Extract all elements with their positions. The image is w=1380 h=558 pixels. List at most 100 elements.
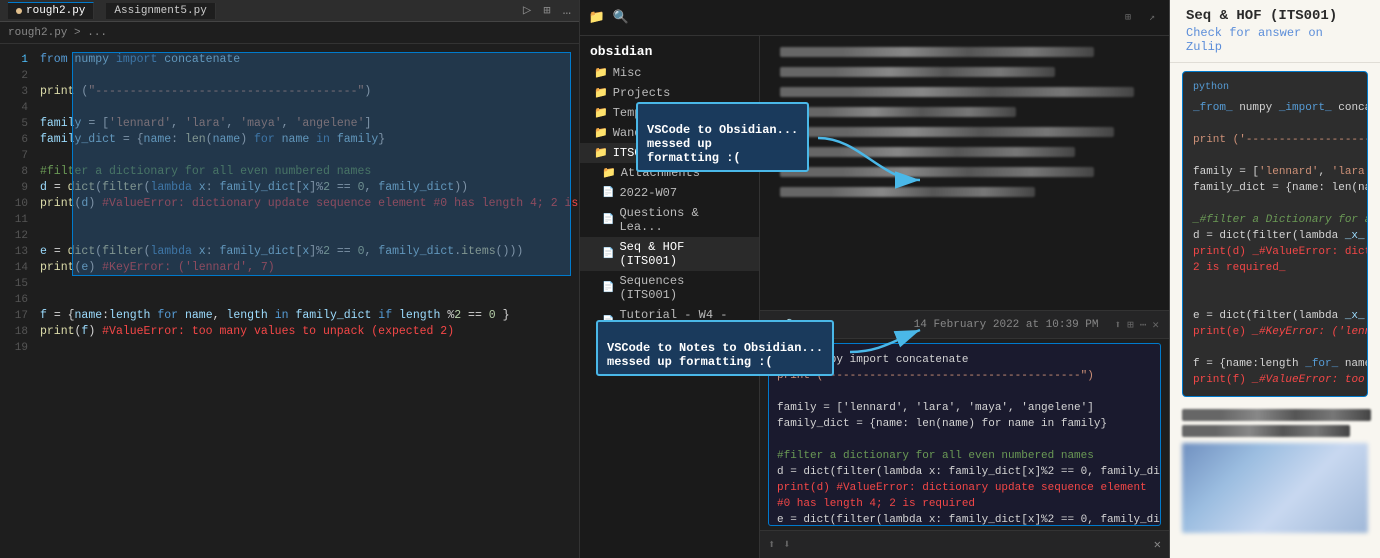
file-tutorial-icon: 📄 [602,316,614,328]
blurred-row-2 [780,67,1055,77]
right-title: Seq & HOF (ITS001) [1186,8,1364,24]
blurred-row-6 [780,147,1075,157]
rline-12 [1193,276,1357,292]
line-numbers: 1 2 3 4 5 6 7 8 9 10 11 12 13 14 15 16 1 [0,44,32,558]
note-timestamp: 14 February 2022 at 10:39 PM [914,319,1099,331]
note-code-area: from numpy import concatenate print ("--… [768,343,1161,526]
rline-1: _from_ numpy _import_ concatenate [1193,100,1357,116]
copy-icon[interactable]: ⊞ [1127,318,1134,332]
sidebar-sequences[interactable]: 📄 Sequences (ITS001) [580,271,759,305]
note-line-3: print ("--------------------------------… [777,368,1152,384]
close-note-icon[interactable]: ✕ [1152,318,1159,332]
expand-icon[interactable]: ↗ [1143,9,1161,27]
right-subtitle[interactable]: Check for answer on Zulip [1186,26,1364,54]
note-line-4 [777,384,1152,400]
rline-17: f = {name:length _for_ name, length _in_… [1193,356,1357,372]
sidebar-tutorial[interactable]: 📄 Tutorial - W4 - Sequences [580,305,759,339]
blurred-row-4 [780,107,1016,117]
split-icon[interactable]: ⊞ [543,3,550,18]
note-line-5: family = ['lennard', 'lara', 'maya', 'an… [777,400,1152,416]
blurred-row-1 [780,47,1094,57]
sidebar-week07-label: 2022-W07 [619,186,677,200]
code-line-14: print(e) #KeyError: ('lennard', 7) [40,260,571,276]
more-icon[interactable]: … [563,3,571,19]
sidebar-projects[interactable]: 📁 Projects [580,83,759,103]
folder-icon[interactable]: 📁 [588,9,606,27]
blurred-row-7 [780,167,1094,177]
rline-3: print ('--------------------------------… [1193,132,1357,148]
sidebar-sequences-label: Sequences (ITS001) [619,274,749,302]
folder-projects-icon: 📁 [594,86,608,100]
sidebar-its001-label: ITS001 [613,146,656,160]
folder-att-icon: 📁 [602,166,616,180]
tab-assignment5-label: Assignment5.py [114,5,206,17]
middle-toolbar: 📁 🔍 ⊞ ↗ [580,0,1169,36]
sidebar-att-label: Attachments [621,166,700,180]
rline-8: _#filter a Dictionary for all even numbe… [1193,212,1357,228]
rline-18: print(f) _#ValueError: too many values t… [1193,372,1357,388]
grid-icon[interactable]: ⊞ [1119,9,1137,27]
lang-tag: python [1193,80,1357,96]
rline-5: family = ['lennard', 'lara', 'maya', 'an… [1193,164,1357,180]
vscode-titlebar: rough2.py Assignment5.py ▷ ⊞ … [0,0,579,22]
code-line-12 [40,228,571,244]
breadcrumb-text: rough2.py > ... [8,27,107,39]
right-blurred-1 [1182,409,1371,421]
right-panel: Seq & HOF (ITS001) Check for answer on Z… [1170,0,1380,558]
edit-icon[interactable]: ✏ [770,318,777,332]
sidebar-week07[interactable]: 📄 2022-W07 [580,183,759,203]
bottom-scrollbar: ⬆ ⬇ ✕ [760,530,1169,558]
rline-2 [1193,116,1357,132]
tab-assignment5[interactable]: Assignment5.py [106,3,215,19]
code-line-1: from numpy import concatenate [40,52,571,68]
rline-15: print(e) _#KeyError: ('lennard', 7)_ [1193,324,1357,340]
right-header: Seq & HOF (ITS001) Check for answer on Z… [1170,0,1380,63]
sidebar-projects-label: Projects [613,86,671,100]
tab-rough2[interactable]: rough2.py [8,2,94,19]
note-toolbar-more[interactable]: ⊞ [815,318,822,332]
right-image-placeholder [1182,443,1368,533]
sidebar-attachments[interactable]: 📁 Attachments [580,163,759,183]
obsidian-sidebar: obsidian 📁 Misc 📁 Projects 📁 Templates [580,36,760,558]
tab-dot [16,8,22,14]
blurred-row-5 [780,127,1114,137]
code-line-16 [40,292,571,308]
lock-icon[interactable]: 🔒 [783,318,797,332]
code-line-17: f = {name:length for name, length in fam… [40,308,571,324]
obsidian-bottom: ✏ 🔒 ⊞ ⊞ 14 February 2022 at 10:39 PM ⬆ ⊞… [760,310,1169,530]
sidebar-its001[interactable]: 📁 ITS001 [580,143,759,163]
rline-9: d = dict(filter(lambda _x_: family_dict[… [1193,228,1357,244]
middle-panel: 📁 🔍 ⊞ ↗ obsidian 📁 Misc 📁 Proj [580,0,1170,558]
search-icon[interactable]: 🔍 [612,9,630,27]
code-block-area: python _from_ numpy _import_ concatenate… [1182,71,1368,397]
scroll-left[interactable]: ⬆ [768,537,775,552]
rline-6: family_dict = {name: len(name) _for_ nam… [1193,180,1357,196]
bookmark-icon[interactable]: ⊞ [802,318,809,332]
run-icon[interactable]: ▷ [523,2,531,19]
note-icons: ✏ 🔒 ⊞ ⊞ [770,318,822,332]
code-content[interactable]: from numpy import concatenate print ("--… [32,44,579,558]
file-week07-icon: 📄 [602,187,614,199]
sidebar-misc[interactable]: 📁 Misc [580,63,759,83]
note-line-8: #filter a dictionary for all even number… [777,448,1152,464]
file-questions-icon: 📄 [602,214,614,226]
share-icon[interactable]: ⬆ [1115,318,1122,332]
vscode-panel: rough2.py Assignment5.py ▷ ⊞ … rough2.py… [0,0,580,558]
code-line-10: print(d) #ValueError: dictionary update … [40,196,571,212]
rline-16 [1193,340,1357,356]
sidebar-tutorial-label: Tutorial - W4 - Sequences [619,308,749,336]
folder-its001-icon: 📁 [594,146,608,160]
code-line-5: family = ['lennard', 'lara', 'maya', 'an… [40,116,571,132]
close-icon[interactable]: ✕ [1154,537,1161,552]
sidebar-questions-label: Questions & Lea... [619,206,749,234]
sidebar-wanderkammer[interactable]: 📁 Wanderkammer [580,123,759,143]
note-line-10: print(d) #ValueError: dictionary update … [777,480,1152,496]
sidebar-questions[interactable]: 📄 Questions & Lea... [580,203,759,237]
sidebar-templates[interactable]: 📁 Templates [580,103,759,123]
note-line-6: family_dict = {name: len(name) for name … [777,416,1152,432]
sidebar-seq-hof[interactable]: 📄 Seq & HOF (ITS001) [580,237,759,271]
code-line-3: print ("--------------------------------… [40,84,571,100]
note-line-9: d = dict(filter(lambda x: family_dict[x]… [777,464,1152,480]
more2-icon[interactable]: ⋯ [1140,318,1147,332]
scroll-right[interactable]: ⬇ [783,537,790,552]
